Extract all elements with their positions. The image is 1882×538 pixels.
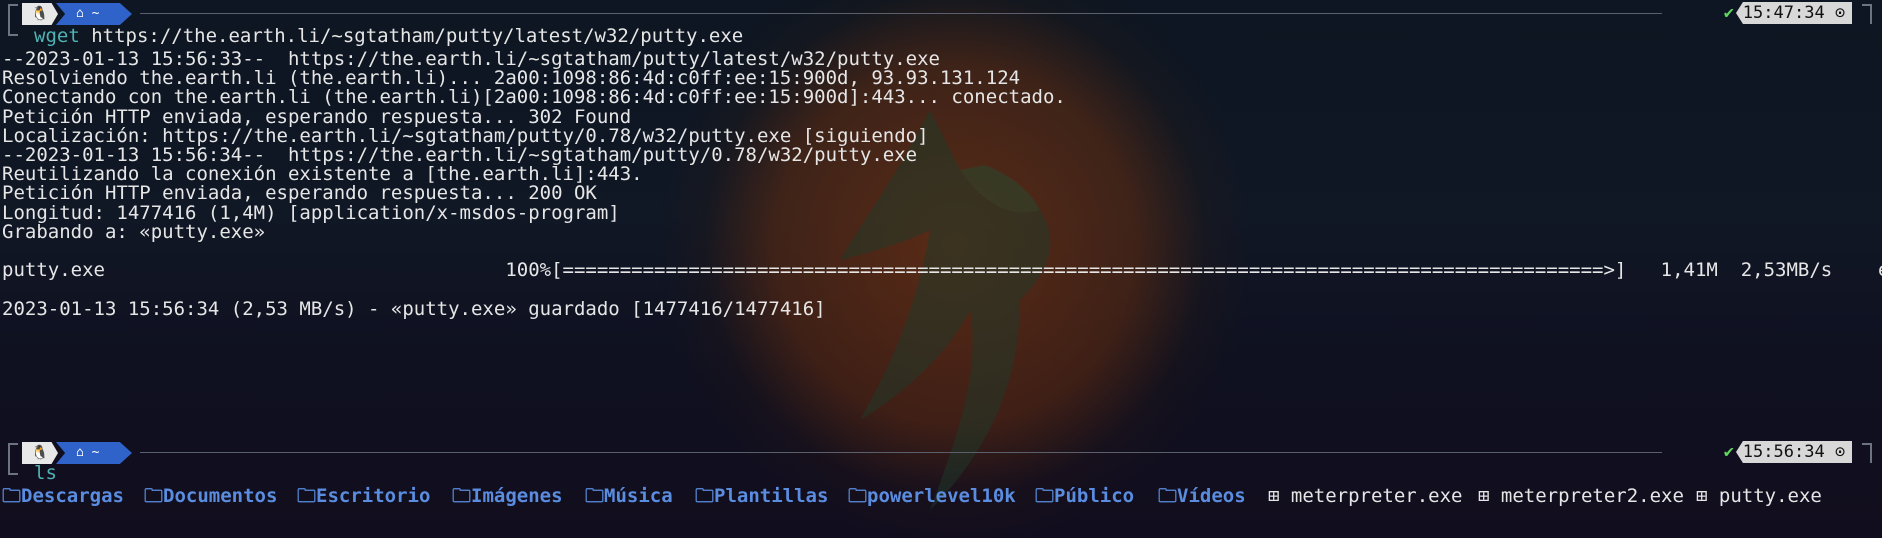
ls-file-item: ⊞ putty.exe (1696, 484, 1822, 508)
folder-icon: 🗀 (297, 485, 317, 507)
output-line: putty.exe 100%[=========================… (2, 259, 1882, 282)
ls-entry-name: Imágenes (471, 485, 563, 507)
folder-icon: 🗀 (452, 485, 472, 507)
folder-icon: 🗀 (585, 485, 605, 507)
ls-entry-name: powerlevel10k (867, 485, 1016, 507)
ls-directory-item: 🗀powerlevel10k (848, 484, 1016, 508)
home-icon: ⌂ (76, 6, 84, 21)
folder-icon: 🗀 (1035, 485, 1055, 507)
ls-entry-name: Público (1054, 485, 1135, 507)
command-line-2: ls (34, 462, 57, 485)
success-check-icon: ✔ (1723, 442, 1734, 462)
folder-icon: 🗀 (144, 485, 164, 507)
folder-icon: 🗀 (2, 485, 22, 507)
prompt-frame-bottom (8, 24, 18, 36)
prompt-time: 15:56:34 ⊙ (1736, 441, 1852, 463)
ls-directory-item: 🗀Música (585, 484, 673, 508)
ls-file-item: ⊞ meterpreter.exe (1268, 484, 1462, 508)
folder-icon: 🗀 (695, 485, 715, 507)
clock-icon: ⊙ (1834, 442, 1846, 462)
ls-directory-item: 🗀Plantillas (695, 484, 828, 508)
command-name: ls (34, 462, 57, 484)
ls-file-item: ⊞ meterpreter2.exe (1478, 484, 1684, 508)
command-line-1: wget https://the.earth.li/~sgtatham/putt… (34, 25, 743, 48)
windows-icon: ⊞ (1268, 485, 1291, 507)
ls-directory-item: 🗀Documentos (144, 484, 277, 508)
output-line: Grabando a: «putty.exe» (2, 220, 266, 243)
ls-entry-name: Vídeos (1177, 485, 1246, 507)
windows-icon: ⊞ (1478, 485, 1501, 507)
clock-icon: ⊙ (1834, 3, 1846, 23)
prompt-line-2: 🐧 ⌂ ~ ✔ 15:56:34 ⊙ (0, 440, 1882, 464)
ls-entry-name: putty.exe (1718, 485, 1822, 507)
directory-segment: ⌂ ~ (56, 3, 132, 25)
command-args: https://the.earth.li/~sgtatham/putty/lat… (79, 25, 744, 47)
penguin-icon: 🐧 (22, 3, 58, 25)
terminal-content[interactable]: 🐧 ⌂ ~ ✔ 15:47:34 ⊙ wget https://the.eart… (0, 0, 1882, 538)
ls-directory-item: 🗀Descargas (2, 484, 124, 508)
ls-directory-item: 🗀Imágenes (452, 484, 563, 508)
ls-entry-name: Descargas (21, 485, 124, 507)
home-icon: ⌂ (76, 445, 84, 460)
prompt-frame-right (1862, 443, 1872, 463)
ls-entry-name: meterpreter2.exe (1500, 485, 1684, 507)
prompt-frame-bottom (8, 463, 18, 475)
folder-icon: 🗀 (1158, 485, 1178, 507)
time-text: 15:56:34 (1742, 442, 1825, 462)
prompt-rule (140, 13, 1662, 14)
prompt-rule (140, 452, 1662, 453)
ls-entry-name: Escritorio (316, 485, 431, 507)
prompt-frame-right (1862, 4, 1872, 24)
ls-entry-name: meterpreter.exe (1290, 485, 1463, 507)
directory-segment: ⌂ ~ (56, 442, 132, 464)
ls-entry-name: Música (604, 485, 673, 507)
prompt-frame-left (8, 4, 18, 24)
ls-directory-item: 🗀Escritorio (297, 484, 430, 508)
output-line: 2023-01-13 15:56:34 (2,53 MB/s) - «putty… (2, 297, 826, 320)
prompt-frame-left (8, 443, 18, 463)
penguin-icon: 🐧 (22, 442, 58, 464)
time-text: 15:47:34 (1742, 3, 1825, 23)
ls-entry-name: Plantillas (714, 485, 829, 507)
prompt-line-1: 🐧 ⌂ ~ ✔ 15:47:34 ⊙ (0, 1, 1882, 25)
directory-label: ~ (91, 445, 100, 460)
command-name: wget (34, 25, 80, 47)
ls-directory-item: 🗀Vídeos (1158, 484, 1246, 508)
ls-directory-item: 🗀Público (1035, 484, 1134, 508)
prompt-time: 15:47:34 ⊙ (1736, 2, 1852, 24)
success-check-icon: ✔ (1723, 3, 1734, 23)
windows-icon: ⊞ (1696, 485, 1719, 507)
directory-label: ~ (91, 6, 100, 21)
folder-icon: 🗀 (848, 485, 868, 507)
ls-entry-name: Documentos (163, 485, 278, 507)
